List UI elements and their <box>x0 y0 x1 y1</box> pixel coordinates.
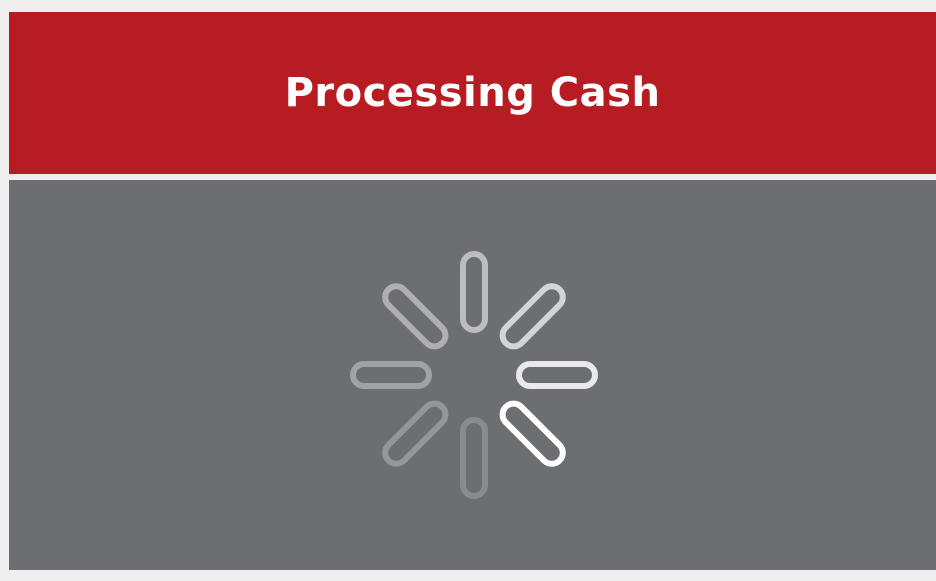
dialog-header: Processing Cash <box>9 12 936 174</box>
spinner-segment <box>350 361 432 389</box>
spinner-segment <box>499 283 566 350</box>
loading-spinner-icon <box>350 251 598 499</box>
dialog-title: Processing Cash <box>284 70 661 116</box>
dialog-body <box>9 180 936 570</box>
processing-dialog: Processing Cash <box>0 0 936 581</box>
spinner-segment <box>460 251 488 333</box>
spinner-segment <box>516 361 598 389</box>
spinner-segment <box>499 400 566 467</box>
spinner-segment <box>382 400 449 467</box>
spinner-segment <box>460 417 488 499</box>
spinner-segment <box>382 283 449 350</box>
